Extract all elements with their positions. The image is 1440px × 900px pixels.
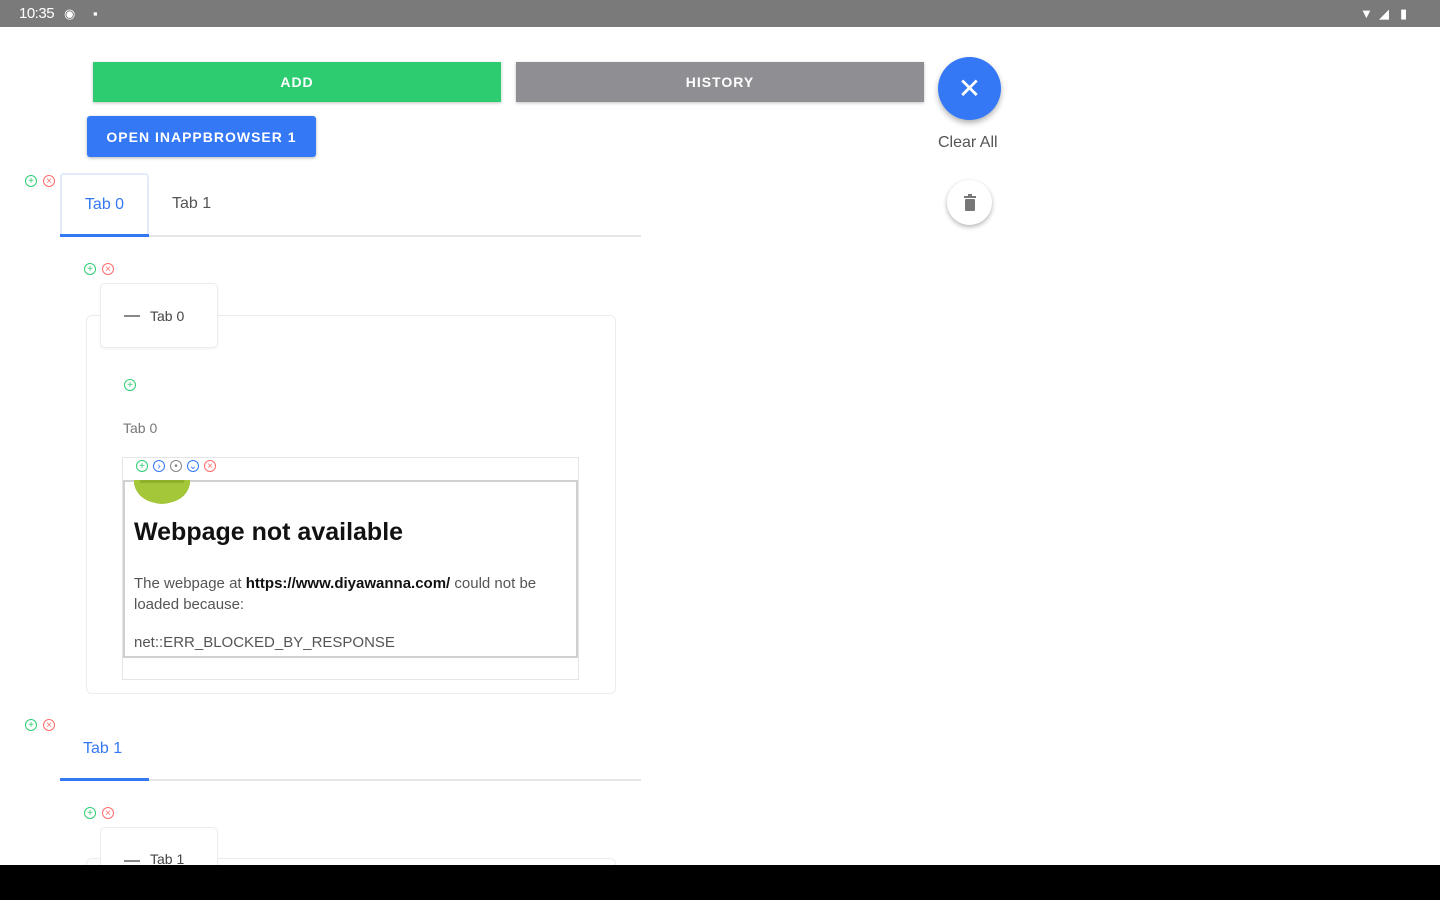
android-icon — [134, 480, 190, 504]
notification-icon: ▪ — [93, 6, 98, 21]
error-message-prefix: The webpage at — [134, 575, 246, 592]
close-icon: ✕ — [957, 73, 982, 104]
tab-1[interactable]: Tab 1 — [172, 195, 211, 213]
add-circle-icon[interactable]: + — [25, 719, 37, 731]
clear-all-button[interactable] — [947, 180, 992, 225]
tabs-controls: + × — [25, 175, 55, 187]
panel-controls: + — [124, 379, 136, 391]
open-inappbrowser-button[interactable]: OPEN INAPPBROWSER 1 — [87, 116, 316, 157]
tabs2-controls: + × — [25, 719, 55, 731]
webview-frame[interactable] — [123, 480, 578, 658]
location-icon: ◉ — [64, 6, 76, 21]
collapse-icon — [124, 860, 140, 862]
add-circle-icon[interactable]: + — [136, 460, 148, 472]
tab-indicator — [60, 234, 149, 237]
add-circle-icon[interactable]: + — [84, 263, 96, 275]
error-message: The webpage at https://www.diyawanna.com… — [134, 573, 559, 615]
status-time: 10:35 — [19, 5, 55, 22]
remove-circle-icon[interactable]: × — [102, 263, 114, 275]
signal-icon: ◢ — [1379, 6, 1389, 21]
wifi-icon: ▼ — [1360, 6, 1373, 21]
tab-indicator — [60, 778, 149, 781]
clear-all-label: Clear All — [938, 134, 998, 151]
remove-circle-icon[interactable]: × — [102, 807, 114, 819]
collapse-icon — [124, 314, 140, 317]
accordion-header-label: Tab 0 — [150, 307, 185, 324]
trash-icon — [963, 194, 976, 211]
tabs-divider — [149, 235, 641, 237]
forward-circle-icon[interactable]: › — [153, 460, 165, 472]
tab-0[interactable]: Tab 0 — [60, 173, 149, 237]
panel-label: Tab 0 — [123, 420, 158, 436]
error-code: net::ERR_BLOCKED_BY_RESPONSE — [134, 634, 395, 651]
tabs-divider — [149, 779, 641, 781]
down-circle-icon[interactable]: ⌄ — [187, 460, 199, 472]
navigation-bar — [0, 865, 1440, 900]
remove-circle-icon[interactable]: × — [43, 719, 55, 731]
add-button[interactable]: ADD — [93, 62, 501, 102]
settings-circle-icon[interactable]: • — [170, 460, 182, 472]
battery-icon: ▮ — [1400, 6, 1408, 21]
history-button[interactable]: HISTORY — [516, 62, 924, 102]
remove-circle-icon[interactable]: × — [43, 175, 55, 187]
add-circle-icon[interactable]: + — [25, 175, 37, 187]
add-circle-icon[interactable]: + — [124, 379, 136, 391]
status-bar: 10:35 ◉ ▪ ▼ ◢ ▮ — [0, 0, 1440, 27]
add-circle-icon[interactable]: + — [84, 807, 96, 819]
accordion-controls: + × — [84, 263, 114, 275]
webview-controls: + › • ⌄ × — [136, 460, 216, 472]
close-fab-button[interactable]: ✕ — [938, 57, 1001, 120]
error-title: Webpage not available — [134, 518, 404, 546]
accordion-header[interactable]: Tab 0 — [100, 283, 218, 348]
accordion2-controls: + × — [84, 807, 114, 819]
remove-circle-icon[interactable]: × — [204, 460, 216, 472]
error-url: https://www.diyawanna.com/ — [245, 575, 451, 592]
tab-1-selected[interactable]: Tab 1 — [83, 740, 122, 758]
